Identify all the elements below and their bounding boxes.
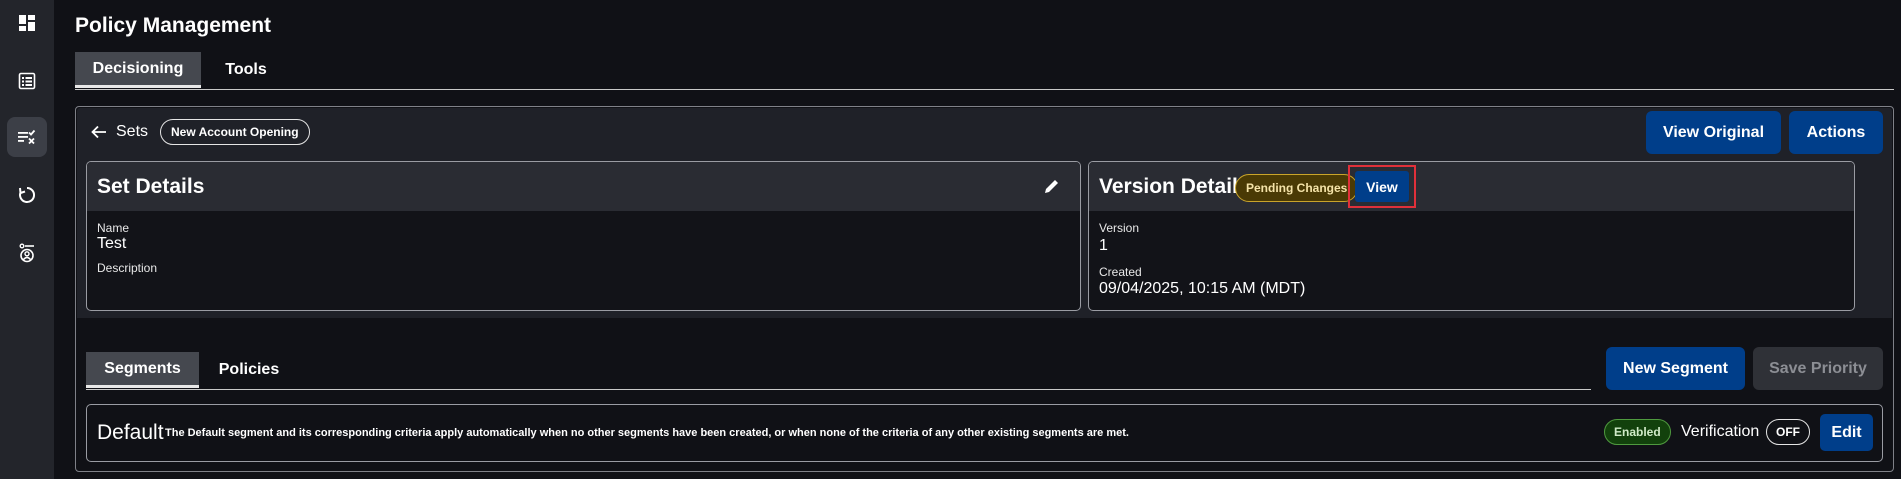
created-value: 09/04/2025, 10:15 AM (MDT) xyxy=(1099,280,1306,297)
verification-toggle[interactable]: OFF xyxy=(1766,419,1810,445)
version-details-title: Version Details xyxy=(1099,175,1250,198)
list-icon xyxy=(18,72,36,90)
created-label: Created xyxy=(1099,265,1142,279)
sidebar-item-list[interactable] xyxy=(7,61,47,101)
set-name-chip: New Account Opening xyxy=(160,119,310,145)
version-label: Version xyxy=(1099,221,1140,235)
tab-tools[interactable]: Tools xyxy=(201,52,291,88)
tab-policies[interactable]: Policies xyxy=(199,352,299,388)
edit-segment-button[interactable]: Edit xyxy=(1820,414,1873,451)
name-label: Name xyxy=(97,221,130,235)
user-settings-icon xyxy=(19,243,34,263)
default-segment-description: The Default segment and its correspondin… xyxy=(165,427,1129,439)
breadcrumb: Sets New Account Opening xyxy=(90,119,310,145)
view-button-highlight: View xyxy=(1348,165,1416,208)
sidebar-item-dashboard[interactable] xyxy=(7,3,47,43)
description-label: Description xyxy=(97,261,158,275)
tab-segments[interactable]: Segments xyxy=(86,352,199,388)
back-to-sets-link[interactable]: Sets xyxy=(116,123,148,141)
pending-changes-badge: Pending Changes xyxy=(1235,174,1359,202)
tab-decisioning[interactable]: Decisioning xyxy=(75,52,201,88)
segment-tab-bar: Segments Policies xyxy=(86,352,1591,390)
default-segment-title: Default xyxy=(97,421,164,444)
enabled-badge: Enabled xyxy=(1604,419,1671,445)
arrow-left-icon[interactable] xyxy=(90,123,108,141)
sidebar-item-refresh[interactable] xyxy=(7,175,47,215)
sidebar-item-user-settings[interactable] xyxy=(7,233,47,273)
actions-button[interactable]: Actions xyxy=(1789,111,1883,154)
set-details-header: Set Details xyxy=(87,162,1080,211)
save-priority-button[interactable]: Save Priority xyxy=(1753,347,1883,390)
version-details-card: Version Details Version 1 Created 09/04/… xyxy=(1088,161,1855,311)
page-title: Policy Management xyxy=(75,14,272,37)
sidebar xyxy=(0,0,54,479)
default-segment-row: Default The Default segment and its corr… xyxy=(86,404,1883,462)
sidebar-item-policy-rules[interactable] xyxy=(7,117,47,157)
new-segment-button[interactable]: New Segment xyxy=(1606,347,1745,390)
top-tab-bar: Decisioning Tools xyxy=(75,52,1894,90)
view-original-button[interactable]: View Original xyxy=(1646,111,1781,154)
edit-pencil-icon[interactable] xyxy=(1042,176,1062,196)
dashboard-icon xyxy=(19,15,35,31)
version-details-header: Version Details xyxy=(1089,162,1854,211)
set-details-title: Set Details xyxy=(97,175,205,198)
policy-rules-icon xyxy=(18,129,36,145)
set-details-card: Set Details Name Test Description xyxy=(86,161,1081,311)
refresh-icon xyxy=(19,186,36,203)
view-changes-button[interactable]: View xyxy=(1355,171,1409,202)
version-value: 1 xyxy=(1099,237,1108,254)
verification-label: Verification xyxy=(1681,423,1760,440)
name-value: Test xyxy=(97,235,127,252)
